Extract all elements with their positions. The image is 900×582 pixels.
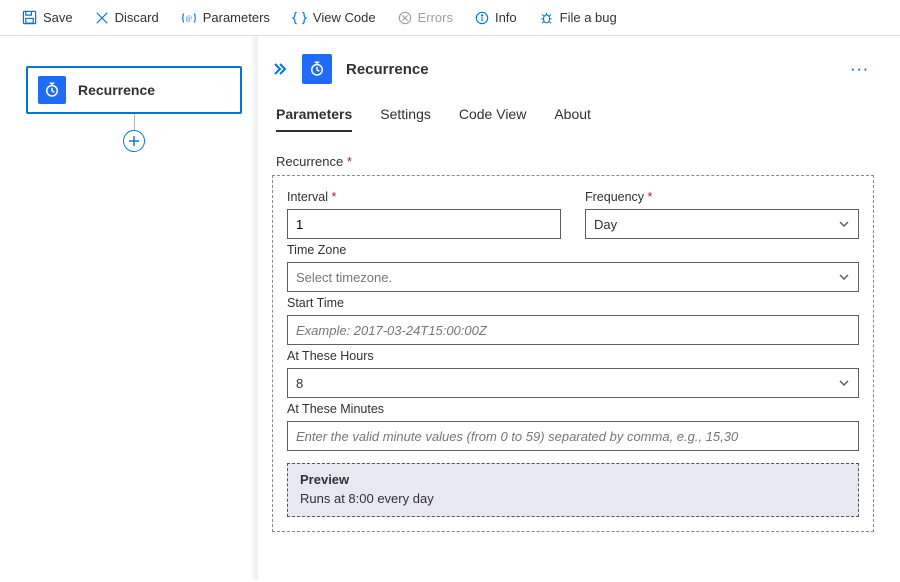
hours-select[interactable]: 8 (287, 368, 859, 398)
top-toolbar: Save Discard @ Parameters View Code Erro… (0, 0, 900, 36)
clock-icon (38, 76, 66, 104)
trigger-card-label: Recurrence (78, 82, 155, 98)
designer-canvas: Recurrence (0, 36, 258, 580)
starttime-label: Start Time (287, 296, 859, 310)
info-label: Info (495, 10, 517, 25)
bug-icon (539, 11, 554, 25)
errors-button: Errors (388, 6, 463, 29)
tab-about[interactable]: About (554, 106, 591, 132)
tab-parameters[interactable]: Parameters (276, 106, 352, 132)
more-menu-button[interactable]: ··· (847, 62, 874, 77)
section-label-recurrence: Recurrence (276, 154, 874, 169)
clock-icon (302, 54, 332, 84)
errors-label: Errors (418, 10, 453, 25)
frequency-value: Day (594, 217, 617, 232)
discard-label: Discard (115, 10, 159, 25)
minutes-label: At These Minutes (287, 402, 859, 416)
error-icon (398, 11, 412, 25)
filebug-button[interactable]: File a bug (529, 6, 627, 29)
preview-box: Preview Runs at 8:00 every day (287, 463, 859, 517)
chevron-down-icon (838, 218, 850, 230)
frequency-select[interactable]: Day (585, 209, 859, 239)
starttime-input[interactable] (287, 315, 859, 345)
parameters-icon: @ (181, 11, 197, 25)
save-icon (22, 10, 37, 25)
chevron-down-icon (838, 271, 850, 283)
parameters-label: Parameters (203, 10, 270, 25)
timezone-select[interactable]: Select timezone. (287, 262, 859, 292)
minutes-input[interactable] (287, 421, 859, 451)
tab-settings[interactable]: Settings (380, 106, 431, 132)
viewcode-button[interactable]: View Code (282, 6, 386, 29)
save-button[interactable]: Save (12, 6, 83, 29)
add-step-button[interactable] (123, 130, 145, 152)
svg-text:@: @ (185, 14, 192, 22)
tab-codeview[interactable]: Code View (459, 106, 526, 132)
parameters-button[interactable]: @ Parameters (171, 6, 280, 29)
viewcode-label: View Code (313, 10, 376, 25)
connector-line (134, 114, 135, 130)
hours-label: At These Hours (287, 349, 859, 363)
collapse-panel-button[interactable] (272, 62, 288, 76)
discard-button[interactable]: Discard (85, 6, 169, 29)
hours-value: 8 (296, 376, 303, 391)
interval-label: Interval (287, 190, 561, 204)
discard-icon (95, 11, 109, 25)
timezone-placeholder: Select timezone. (296, 270, 392, 285)
braces-icon (292, 11, 307, 25)
recurrence-config-box: Interval Frequency Day Time Zone Select … (272, 175, 874, 532)
properties-panel: Recurrence ··· Parameters Settings Code … (258, 36, 900, 580)
save-label: Save (43, 10, 73, 25)
preview-text: Runs at 8:00 every day (300, 491, 846, 506)
info-button[interactable]: Info (465, 6, 527, 29)
interval-input[interactable] (287, 209, 561, 239)
preview-title: Preview (300, 472, 846, 487)
panel-title: Recurrence (346, 61, 833, 78)
timezone-label: Time Zone (287, 243, 859, 257)
frequency-label: Frequency (585, 190, 859, 204)
trigger-card-recurrence[interactable]: Recurrence (26, 66, 242, 114)
panel-tabs: Parameters Settings Code View About (276, 106, 874, 132)
chevron-down-icon (838, 377, 850, 389)
filebug-label: File a bug (560, 10, 617, 25)
info-icon (475, 11, 489, 25)
